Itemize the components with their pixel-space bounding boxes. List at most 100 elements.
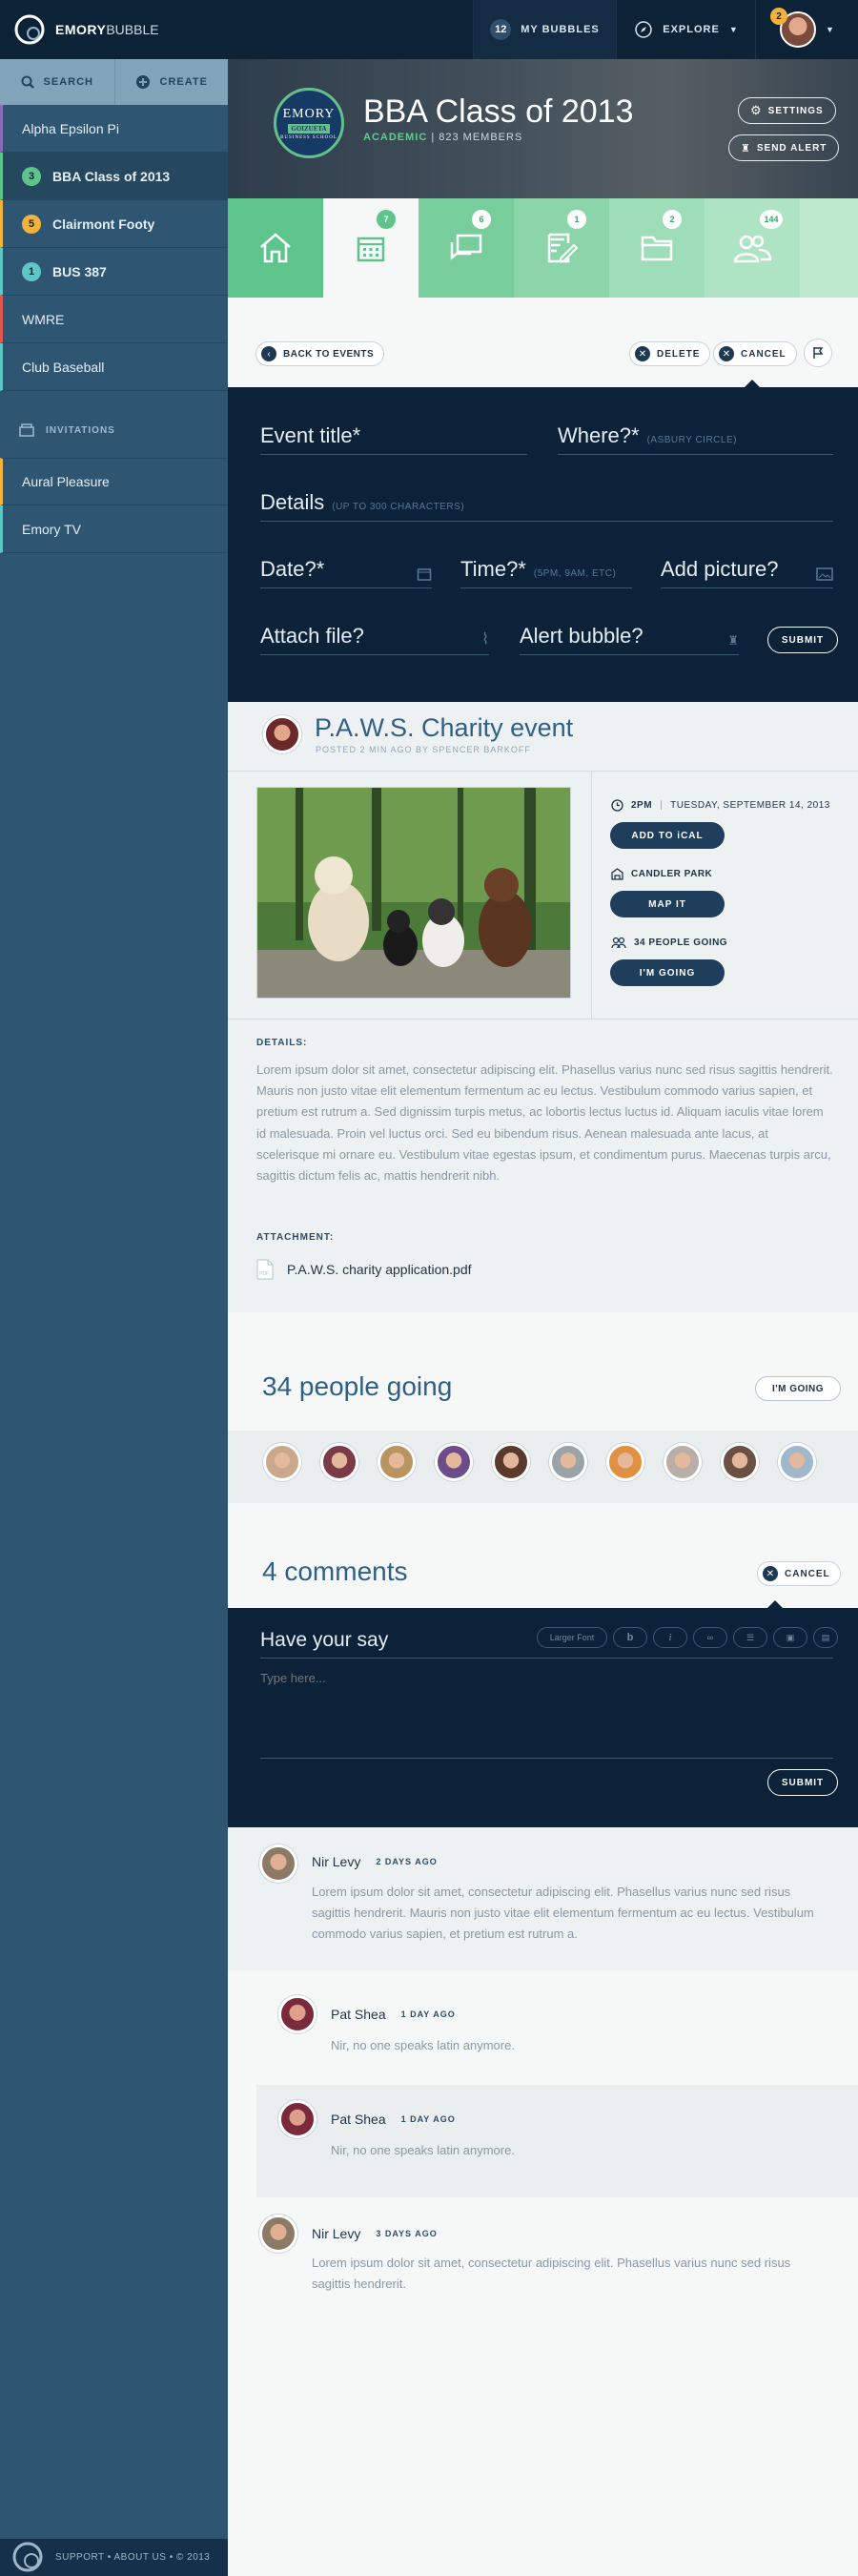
avatar[interactable]	[778, 1443, 816, 1481]
attach-file-field[interactable]: Attach file? ⌇	[260, 624, 489, 655]
sidebar-item-label: Alpha Epsilon Pi	[22, 120, 119, 136]
avatar[interactable]	[549, 1443, 587, 1481]
search-button[interactable]: SEARCH	[0, 59, 114, 105]
chevron-down-icon: ▼	[826, 25, 834, 34]
tab-notes[interactable]: 1	[514, 198, 609, 298]
avatar[interactable]	[378, 1443, 416, 1481]
going-heading: 34 people going	[262, 1371, 453, 1401]
settings-label: SETTINGS	[767, 105, 824, 116]
sidebar-item-bba-class-of-2013[interactable]: 3 BBA Class of 2013	[0, 153, 228, 200]
tab-members[interactable]: 144	[705, 198, 800, 298]
cancel-button[interactable]: ✕ CANCEL	[713, 341, 797, 366]
user-menu[interactable]: 2 ▼	[755, 0, 858, 59]
sidebar-item-wmre[interactable]: WMRE	[0, 296, 228, 343]
flag-icon	[813, 347, 824, 359]
time-hint: (5PM, 9AM, ETC)	[533, 568, 617, 579]
sidebar-item-label: WMRE	[22, 311, 65, 327]
add-picture-field[interactable]: Add picture?	[661, 557, 833, 588]
sidebar-item-emory-tv[interactable]: Emory TV	[0, 505, 228, 553]
people-icon	[611, 937, 626, 949]
avatar[interactable]	[664, 1443, 702, 1481]
avatar[interactable]	[259, 2215, 297, 2253]
event-posted-meta: POSTED 2 MIN AGO BY SPENCER BARKOFF	[316, 745, 531, 754]
im-going-button[interactable]: I'M GOING	[755, 1376, 841, 1401]
sidebar-item-club-baseball[interactable]: Club Baseball	[0, 343, 228, 391]
avatar-list	[263, 1443, 816, 1481]
create-button[interactable]: CREATE	[113, 59, 229, 105]
italic-button[interactable]: i	[653, 1627, 687, 1648]
event-title: P.A.W.S. Charity event	[315, 713, 574, 742]
map-it-button[interactable]: MAP IT	[610, 891, 725, 917]
tab-events[interactable]: 7	[323, 198, 419, 298]
attachment-link[interactable]: PDF P.A.W.S. charity application.pdf	[256, 1259, 472, 1280]
sidebar-item-label: Clairmont Footy	[52, 216, 155, 232]
where-hint: (ASBURY CIRCLE)	[646, 435, 737, 445]
event-title-field[interactable]: Event title*	[260, 423, 527, 455]
image-button[interactable]: ▣	[773, 1627, 807, 1648]
comment-input[interactable]	[260, 1671, 833, 1759]
bubble-logo-icon	[14, 14, 45, 45]
avatar[interactable]	[435, 1443, 473, 1481]
avatar[interactable]	[263, 715, 301, 753]
alert-bubble-field[interactable]: Alert bubble? ♜	[520, 624, 739, 655]
send-alert-button[interactable]: ♜ SEND ALERT	[728, 134, 840, 161]
tab-home[interactable]	[228, 198, 323, 298]
video-button[interactable]: ▤	[813, 1627, 838, 1648]
my-bubbles-button[interactable]: 12 MY BUBBLES	[473, 0, 616, 59]
my-bubbles-count: 12	[490, 19, 512, 40]
list-button[interactable]: ☰	[733, 1627, 767, 1648]
comment-meta: Pat Shea 1 DAY AGO	[331, 2007, 456, 2022]
avatar[interactable]	[606, 1443, 644, 1481]
gear-icon: ⚙	[750, 103, 762, 117]
back-to-events-button[interactable]: ‹ BACK TO EVENTS	[255, 341, 385, 366]
cancel-comment-button[interactable]: ✕ CANCEL	[757, 1561, 841, 1586]
avatar[interactable]	[492, 1443, 530, 1481]
calendar-icon	[357, 237, 385, 262]
sidebar-item-bus-387[interactable]: 1 BUS 387	[0, 248, 228, 296]
submit-comment-button[interactable]: SUBMIT	[767, 1769, 838, 1796]
submit-event-button[interactable]: SUBMIT	[767, 627, 838, 653]
im-going-button[interactable]: I'M GOING	[610, 959, 725, 986]
image-icon	[816, 567, 833, 581]
comment-author[interactable]: Nir Levy	[312, 2226, 360, 2241]
settings-button[interactable]: ⚙ SETTINGS	[738, 97, 836, 124]
pointer-caret	[767, 1600, 783, 1608]
tab-files[interactable]: 2	[609, 198, 705, 298]
bubble-category: ACADEMIC	[363, 132, 428, 143]
close-icon: ✕	[763, 1566, 778, 1581]
avatar[interactable]	[259, 1844, 297, 1883]
footer-links[interactable]: SUPPORT • ABOUT US • © 2013	[55, 2552, 210, 2563]
sidebar-item-aural-pleasure[interactable]: Aural Pleasure	[0, 458, 228, 505]
tab-badge: 2	[663, 210, 682, 229]
avatar[interactable]	[278, 2100, 317, 2138]
sidebar-item-clairmont-footy[interactable]: 5 Clairmont Footy	[0, 200, 228, 248]
flag-button[interactable]	[804, 339, 832, 367]
avatar[interactable]	[278, 1995, 317, 2033]
brand-logo[interactable]: EMORYBUBBLE	[13, 13, 159, 46]
date-field[interactable]: Date?*	[260, 557, 432, 588]
back-to-events-label: BACK TO EVENTS	[283, 348, 375, 360]
comment-author[interactable]: Pat Shea	[331, 2007, 386, 2022]
sidebar-item-alpha-epsilon-pi[interactable]: Alpha Epsilon Pi	[0, 105, 228, 153]
avatar[interactable]	[721, 1443, 759, 1481]
comment-text: Nir, no one speaks latin anymore.	[331, 2143, 515, 2157]
where-field[interactable]: Where?* (ASBURY CIRCLE)	[558, 423, 833, 455]
tab-badge: 1	[567, 210, 586, 229]
add-to-ical-button[interactable]: ADD TO iCAL	[610, 822, 725, 849]
larger-font-button[interactable]: Larger Font	[537, 1627, 607, 1648]
explore-label: EXPLORE	[663, 24, 720, 35]
avatar[interactable]	[263, 1443, 301, 1481]
link-button[interactable]: ∞	[693, 1627, 727, 1648]
explore-button[interactable]: EXPLORE ▼	[616, 0, 755, 59]
brand-name-bold: EMORY	[55, 22, 107, 37]
bold-button[interactable]: b	[613, 1627, 647, 1648]
avatar[interactable]	[320, 1443, 358, 1481]
link-icon: ∞	[706, 1633, 714, 1642]
tab-discussions[interactable]: 6	[419, 198, 514, 298]
time-field[interactable]: Time?* (5PM, 9AM, ETC)	[460, 557, 632, 588]
comment-author[interactable]: Pat Shea	[331, 2112, 386, 2127]
comment-author[interactable]: Nir Levy	[312, 1854, 360, 1869]
details-field[interactable]: Details (UP TO 300 CHARACTERS)	[260, 490, 833, 522]
close-icon: ✕	[719, 346, 734, 361]
delete-button[interactable]: ✕ DELETE	[629, 341, 711, 366]
